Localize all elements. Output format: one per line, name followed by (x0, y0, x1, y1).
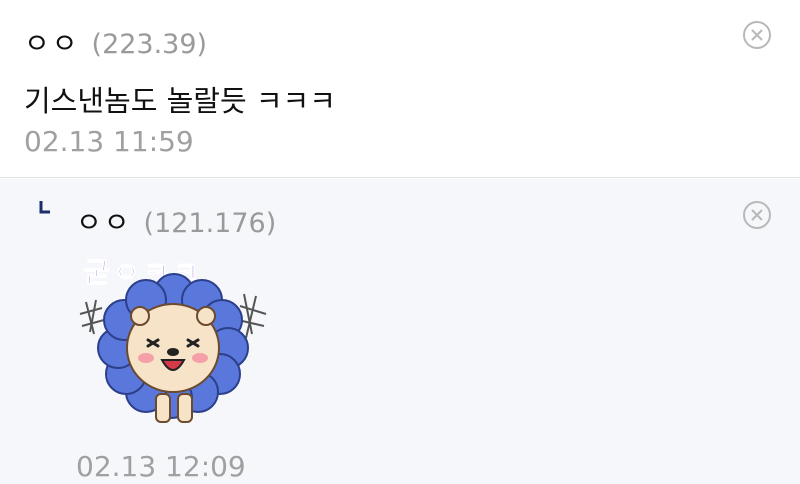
circle-x-icon (743, 21, 771, 49)
comment-author[interactable]: ㅇㅇ (24, 22, 80, 62)
lion-sticker: 굳ㅇㅋㅋ (79, 256, 267, 423)
lion-cheek-left (138, 353, 154, 363)
reply-ip: (121.176) (143, 208, 277, 239)
lion-nose (167, 348, 179, 356)
comment-timestamp: 02.13 11:59 (24, 125, 194, 158)
comment-ip: (223.39) (91, 29, 208, 60)
reply-author[interactable]: ㅇㅇ (76, 201, 132, 241)
comment-text: 기스낸놈도 놀랄듯 ㅋㅋㅋ (24, 84, 336, 118)
reply-author-line: ㅇㅇ (121.176) (76, 201, 276, 241)
lion-ear-right (196, 306, 216, 326)
delete-reply-button[interactable] (742, 200, 772, 230)
sticker-scribble-left (79, 299, 105, 335)
comment-author-line: ㅇㅇ (223.39) (24, 22, 207, 62)
lion-ear-left (130, 306, 150, 326)
comment-item: ㅇㅇ (223.39) 기스낸놈도 놀랄듯 ㅋㅋㅋ 02.13 11:59 (0, 0, 800, 178)
lion-cheek-right (192, 353, 208, 363)
reply-item: ㅇㅇ (121.176) 굳ㅇㅋㅋ 02.13 12:09 (0, 179, 800, 484)
delete-comment-button[interactable] (742, 20, 772, 50)
circle-x-icon (743, 201, 771, 229)
reply-timestamp: 02.13 12:09 (76, 450, 246, 483)
reply-arrow-icon (39, 201, 50, 214)
